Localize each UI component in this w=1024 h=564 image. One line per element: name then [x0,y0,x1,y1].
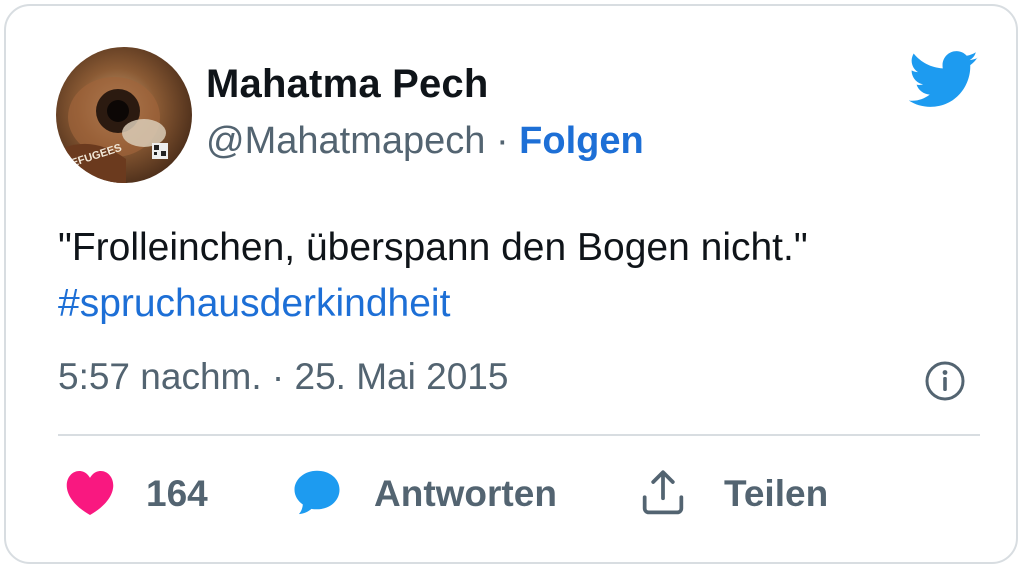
share-label: Teilen [724,473,829,514]
author-display-name[interactable]: Mahatma Pech [206,62,489,107]
avatar[interactable]: EFUGEES [56,47,192,183]
tweet-body: "Frolleinchen, überspann den Bogen nicht… [58,220,808,332]
heart-icon [64,468,116,521]
avatar-image: EFUGEES [56,47,192,183]
speech-bubble-icon [292,467,342,522]
share-upload-icon [638,467,688,522]
like-button[interactable]: 164 [64,466,208,522]
author-handle[interactable]: @Mahatmapech [206,120,485,162]
tweet-timestamp[interactable]: 5:57 nachm. · 25. Mai 2015 [58,356,508,398]
author-handle-row: @Mahatmapech · Folgen [206,120,644,163]
handle-separator: · [485,120,520,162]
twitter-bird-icon[interactable] [908,50,979,110]
tweet-text: "Frolleinchen, überspann den Bogen nicht… [58,226,808,269]
tweet-card: EFUGEES Mahatma Pech @Mahatmapech · Folg… [4,4,1018,564]
follow-button[interactable]: Folgen [519,120,644,162]
hashtag-link[interactable]: #spruchausderkindheit [58,276,808,332]
divider [58,434,980,436]
reply-label: Antworten [374,473,557,514]
reply-button[interactable]: Antworten [292,466,557,522]
share-button[interactable]: Teilen [638,466,828,522]
like-count: 164 [146,473,208,514]
info-icon[interactable] [924,360,966,402]
